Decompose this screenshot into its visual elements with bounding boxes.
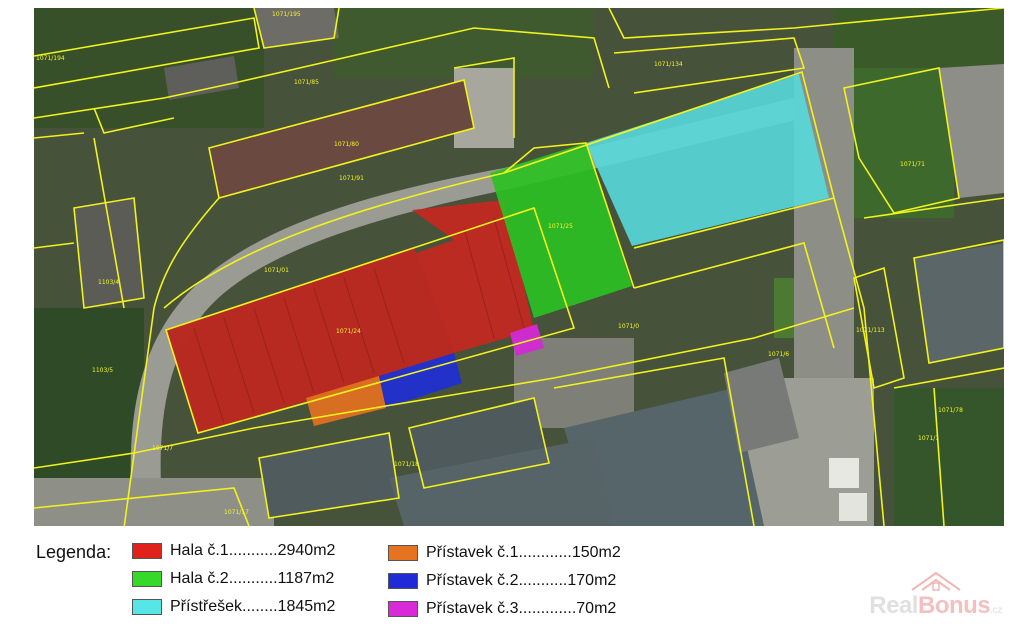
parcel-label: 1103/4 bbox=[98, 279, 119, 286]
parcel-label: 1071/01 bbox=[264, 267, 289, 274]
legend-item-annex-2: Přístavek č.2...........170m2 bbox=[388, 570, 616, 592]
parcel-label: 1071/17 bbox=[224, 509, 249, 516]
parcel-label: 1071/18 bbox=[394, 461, 419, 468]
legend-swatch-orange bbox=[388, 545, 418, 561]
parcel-label: 1071/71 bbox=[900, 161, 925, 168]
parcel-label: 1071/91 bbox=[339, 175, 364, 182]
parcel-label: 1071/24 bbox=[336, 328, 361, 335]
aerial-map[interactable]: 1071/194 1071/195 1071/85 1071/134 1071/… bbox=[34, 8, 1004, 526]
watermark-text: RealBonus.cz bbox=[869, 592, 1002, 620]
parcel-label: 1071/7 bbox=[152, 445, 173, 452]
parcel-label: 1071/113 bbox=[856, 327, 885, 334]
legend-item-label: Přístavek č.3.............70m2 bbox=[426, 600, 617, 617]
legend-item-label: Hala č.2...........1187m2 bbox=[170, 570, 335, 587]
parcel-label: 1071/194 bbox=[36, 55, 65, 62]
building-roof bbox=[74, 198, 144, 308]
vegetation-area bbox=[834, 8, 1004, 68]
parcel-label: 1103/5 bbox=[92, 367, 113, 374]
legend-item-label: Přístavek č.2...........170m2 bbox=[426, 572, 617, 589]
house-logo-icon bbox=[911, 571, 961, 591]
vegetation-area bbox=[844, 68, 954, 218]
legend-swatch-green bbox=[132, 571, 162, 587]
legend-swatch-blue bbox=[388, 573, 418, 589]
legend-item-annex-3: Přístavek č.3.............70m2 bbox=[388, 598, 616, 620]
parcel-label: 1071/195 bbox=[272, 11, 301, 18]
vegetation-area bbox=[334, 8, 594, 78]
parcel-label: 1071/80 bbox=[334, 141, 359, 148]
building-roof bbox=[914, 243, 1004, 363]
legend-swatch-cyan bbox=[132, 599, 162, 615]
parcel-label: 1071/25 bbox=[548, 223, 573, 230]
legend-item-shelter: Přístřešek........1845m2 bbox=[132, 596, 335, 618]
parcel-label: 1071/1 bbox=[918, 435, 939, 442]
parcel-label: 1071/85 bbox=[294, 79, 319, 86]
legend-swatch-magenta bbox=[388, 601, 418, 617]
legend-item-label: Hala č.1...........2940m2 bbox=[170, 542, 336, 559]
realbonus-watermark: RealBonus.cz bbox=[869, 570, 1002, 620]
map-legend: Legenda: Hala č.1...........2940m2 Hala … bbox=[34, 538, 1004, 624]
page-frame: 1071/194 1071/195 1071/85 1071/134 1071/… bbox=[0, 0, 1024, 624]
legend-item-hall-2: Hala č.2...........1187m2 bbox=[132, 568, 334, 590]
watermark-real: Real bbox=[869, 592, 918, 619]
parcel-label: 1071/0 bbox=[618, 323, 639, 330]
legend-item-annex-1: Přístavek č.1............150m2 bbox=[388, 542, 621, 564]
watermark-bonus: Bonus bbox=[917, 592, 991, 619]
legend-item-label: Přístavek č.1............150m2 bbox=[426, 544, 621, 561]
legend-item-hall-1: Hala č.1...........2940m2 bbox=[132, 540, 335, 562]
building-roof bbox=[829, 458, 859, 488]
parcel-label: 1071/78 bbox=[938, 407, 963, 414]
parcel-label: 1071/134 bbox=[654, 61, 683, 68]
legend-swatch-red bbox=[132, 543, 162, 559]
legend-title: Legenda: bbox=[36, 542, 112, 562]
legend-item-label: Přístřešek........1845m2 bbox=[170, 598, 336, 615]
map-canvas: 1071/194 1071/195 1071/85 1071/134 1071/… bbox=[34, 8, 1004, 526]
parcel-label: 1071/6 bbox=[768, 351, 789, 358]
building-roof bbox=[839, 493, 867, 521]
road bbox=[34, 478, 274, 526]
watermark-suffix: .cz bbox=[990, 605, 1002, 616]
